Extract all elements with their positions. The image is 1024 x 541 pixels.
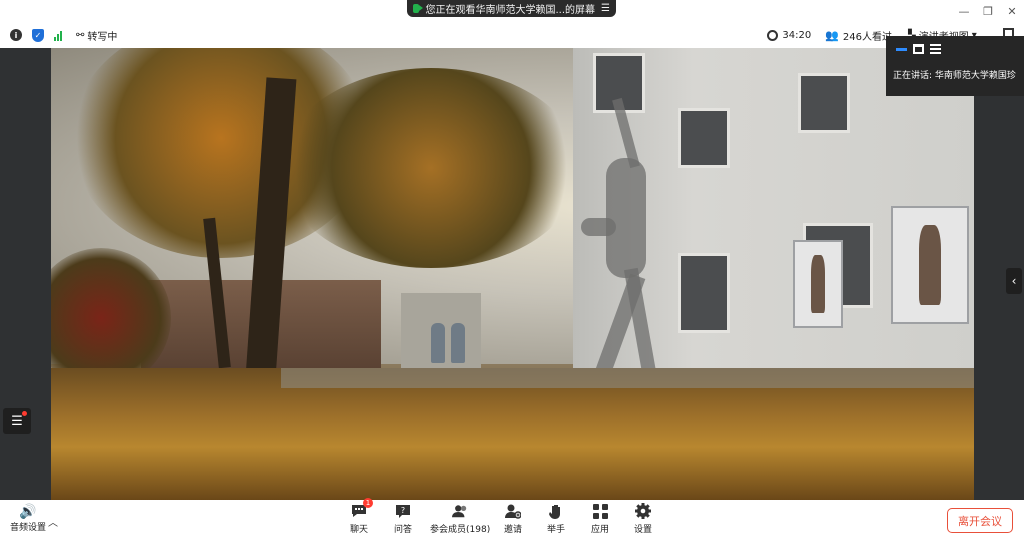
transcribe-label: 转写中 — [87, 31, 118, 43]
signal-icon[interactable] — [54, 30, 62, 41]
settings-label: 设置 — [634, 525, 653, 535]
speaker-layout-icon[interactable] — [896, 47, 907, 51]
video-stage: ☰ ‹ — [0, 48, 1024, 500]
invite-button[interactable]: 邀请 — [504, 503, 522, 535]
invite-icon — [505, 503, 521, 519]
people-icon: 👥 — [825, 28, 839, 42]
transcribe-icon: ⚯ — [76, 29, 85, 41]
shield-icon[interactable]: ✓ — [32, 28, 44, 42]
meeting-window: 您正在观看华南师范大学赖国...的屏幕 ☰ — ❐ ✕ i ✓ ⚯ 转写中 34… — [0, 0, 1024, 541]
chevron-left-icon: ‹ — [1011, 274, 1017, 288]
speaker-panel: 正在讲话: 华南师范大学赖国珍 — [886, 36, 1024, 96]
window-layout-icon[interactable] — [913, 44, 924, 54]
apps-button[interactable]: 应用 — [591, 503, 609, 535]
share-banner-text: 您正在观看华南师范大学赖国...的屏幕 — [425, 5, 596, 16]
chat-button[interactable]: 1 聊天 — [350, 498, 373, 535]
layout-switcher — [886, 36, 1024, 54]
clock-icon — [767, 29, 779, 41]
screen-share-banner[interactable]: 您正在观看华南师范大学赖国...的屏幕 ☰ — [407, 0, 616, 17]
leave-meeting-button[interactable]: 离开会议 — [947, 508, 1013, 533]
chevron-up-icon[interactable]: ︿ — [48, 514, 58, 529]
info-icon[interactable]: i — [10, 29, 22, 41]
raise-hand-button[interactable]: 举手 — [547, 503, 565, 535]
audio-settings-label: 音频设置 — [10, 523, 47, 533]
active-speaker-label: 正在讲话: 华南师范大学赖国珍 — [893, 71, 1016, 81]
shared-video — [51, 48, 974, 500]
list-layout-icon[interactable] — [930, 44, 941, 54]
menu-icon[interactable]: ☰ — [601, 3, 610, 14]
viewer-count-text: 246人看过 — [842, 31, 892, 43]
qa-button[interactable]: ? 问答 — [394, 503, 412, 535]
transcribe-status[interactable]: ⚯ 转写中 — [76, 28, 117, 43]
apps-icon — [592, 503, 608, 519]
viewer-count[interactable]: 👥 246人看过 — [825, 28, 892, 43]
participants-icon — [452, 503, 468, 519]
participants-button[interactable]: 参会成员(198) — [430, 503, 490, 535]
speaker-icon: 🔊 — [19, 504, 37, 520]
apps-label: 应用 — [591, 525, 610, 535]
agenda-button[interactable]: ☰ — [3, 408, 31, 434]
raise-hand-icon — [548, 503, 564, 519]
audio-settings-button[interactable]: 🔊 音频设置 — [10, 504, 46, 533]
chat-label: 聊天 — [350, 525, 369, 535]
svg-text:?: ? — [401, 506, 405, 515]
timer-text: 34:20 — [782, 29, 812, 41]
expand-panel-button[interactable]: ‹ — [1006, 268, 1022, 294]
settings-button[interactable]: 设置 — [634, 503, 652, 535]
invite-label: 邀请 — [504, 525, 523, 535]
notification-dot — [22, 411, 27, 416]
participants-label: 参会成员(198) — [430, 525, 491, 535]
camera-icon — [413, 4, 425, 13]
qa-icon: ? — [395, 503, 411, 519]
qa-label: 问答 — [394, 525, 413, 535]
close-button[interactable]: ✕ — [1000, 0, 1024, 22]
window-controls: — ❐ ✕ — [952, 0, 1024, 22]
restore-button[interactable]: ❐ — [976, 0, 1000, 22]
meeting-timer: 34:20 — [767, 29, 812, 41]
raise-hand-label: 举手 — [547, 525, 566, 535]
list-icon: ☰ — [11, 413, 23, 429]
top-toolbar: i ✓ ⚯ 转写中 34:20 👥 246人看过 — [0, 24, 1024, 46]
bottom-toolbar: 🔊 音频设置 ︿ 1 聊天 ? 问答 参会成员(198) 邀请 举手 应用 设置… — [0, 498, 1024, 541]
settings-icon — [635, 503, 651, 519]
minimize-button[interactable]: — — [952, 0, 976, 22]
chat-badge: 1 — [363, 498, 373, 508]
chat-icon: 1 — [351, 498, 373, 519]
